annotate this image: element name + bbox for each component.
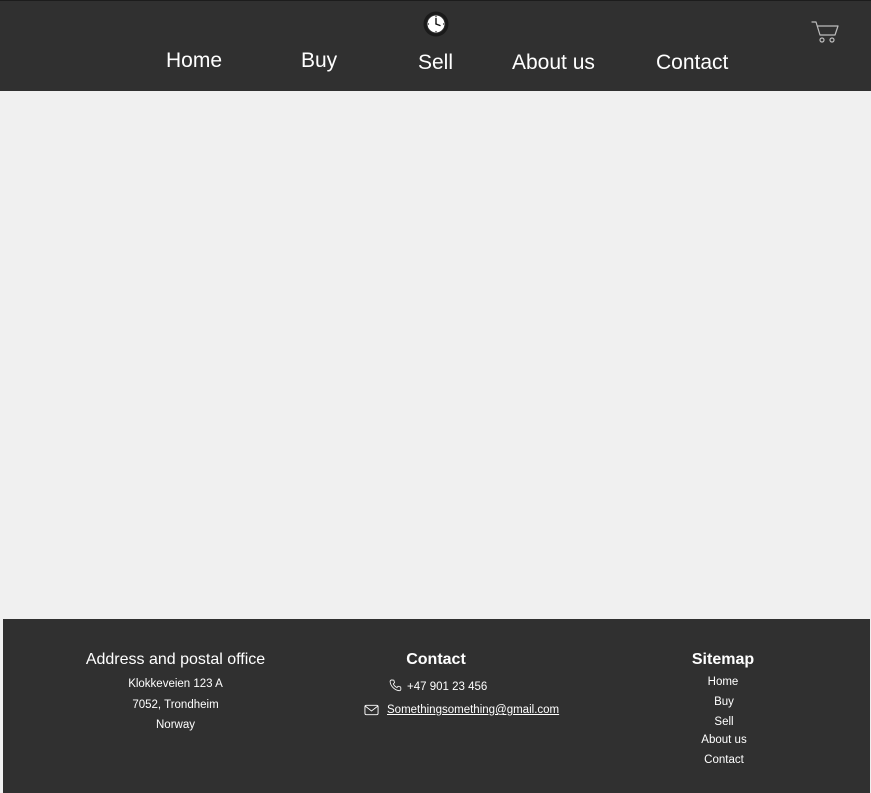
shopping-cart-icon[interactable] [811,20,839,44]
nav-buy[interactable]: Buy [301,49,337,73]
sitemap-heading: Sitemap [691,651,755,668]
sitemap-sell[interactable]: Sell [684,715,764,729]
nav-contact[interactable]: Contact [656,51,728,75]
sitemap-home[interactable]: Home [683,675,763,689]
phone-number[interactable]: +47 901 23 456 [407,680,487,694]
site-header: Home Buy Sell About us Contact [0,0,871,91]
sitemap-about-us[interactable]: About us [684,733,764,747]
sitemap-buy[interactable]: Buy [684,695,764,709]
nav-about-us[interactable]: About us [512,51,595,75]
main-content [0,91,871,618]
phone-icon [389,679,402,692]
address-line-2: 7052, Trondheim [132,699,219,711]
email-link[interactable]: Somethingsomething@gmail.com [387,703,559,717]
address-heading: Address and postal office [85,651,266,668]
address-line-1: Klokkeveien 123 A [128,678,223,690]
clock-icon[interactable] [423,11,449,37]
mail-icon [364,704,379,716]
contact-heading: Contact [406,651,466,668]
address-line-3: Norway [156,719,195,731]
site-footer: Address and postal office Klokkeveien 12… [3,619,870,793]
sitemap-contact[interactable]: Contact [684,753,764,767]
nav-home[interactable]: Home [166,49,222,73]
nav-sell[interactable]: Sell [418,51,453,75]
